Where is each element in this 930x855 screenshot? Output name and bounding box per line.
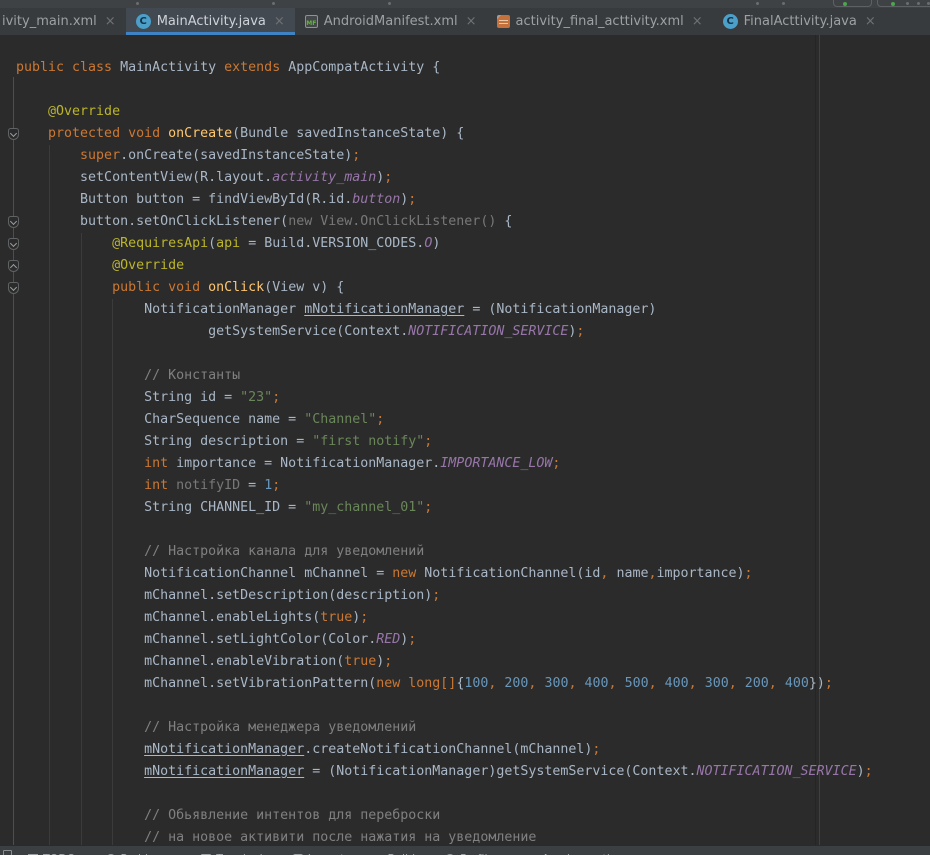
code-line: String description = "first notify";	[16, 431, 930, 453]
code-line: int importance = NotificationManager.IMP…	[16, 453, 930, 475]
toolbar-icon	[756, 2, 759, 5]
code-line: mChannel.enableLights(true);	[16, 607, 930, 629]
tab-close-icon[interactable]: ×	[692, 15, 703, 28]
tab-close-icon[interactable]: ×	[274, 15, 285, 28]
code-line: setContentView(R.layout.activity_main);	[16, 167, 930, 189]
toolbar-icon	[136, 2, 139, 5]
code-area[interactable]: public class MainActivity extends AppCom…	[16, 35, 930, 845]
run-status-dot	[843, 2, 847, 6]
fold-marker-down-icon[interactable]	[8, 238, 19, 250]
code-line: getSystemService(Context.NOTIFICATION_SE…	[16, 321, 930, 343]
run-configurations-box[interactable]	[833, 0, 872, 7]
toolbar-icon	[906, 2, 909, 5]
code-line: // Настройка менеджера уведомлений	[16, 717, 930, 739]
manifest-file-icon: MF	[305, 15, 318, 28]
device-selector-box[interactable]	[877, 0, 930, 7]
main-toolbar-strip	[0, 0, 930, 8]
code-line: CharSequence name = "Channel";	[16, 409, 930, 431]
code-line: mNotificationManager.createNotificationC…	[16, 739, 930, 761]
code-line	[16, 695, 930, 717]
code-line: button.setOnClickListener(new View.OnCli…	[16, 211, 930, 233]
code-line: // Настройка канала для уведомлений	[16, 541, 930, 563]
fold-marker-down-icon[interactable]	[8, 216, 19, 228]
fold-marker-down-icon[interactable]	[8, 282, 19, 294]
toolbar-icon	[388, 2, 391, 5]
code-line: mChannel.setDescription(description);	[16, 585, 930, 607]
code-line: mChannel.setVibrationPattern(new long[]{…	[16, 673, 930, 695]
code-line: public void onClick(View v) {	[16, 277, 930, 299]
tab-close-icon[interactable]: ×	[466, 15, 477, 28]
tool-window-bar: TODOProblemsTerminalLogcatBuildProfilerA…	[0, 845, 930, 855]
code-line: int notifyID = 1;	[16, 475, 930, 497]
toolbar-icon	[917, 2, 920, 5]
tool-window-layout-icon[interactable]	[3, 850, 12, 855]
code-line: @RequiresApi(api = Build.VERSION_CODES.O…	[16, 233, 930, 255]
code-line: Button button = findViewById(R.id.button…	[16, 189, 930, 211]
tab-label: activity_final_acttivity.xml	[516, 14, 684, 29]
code-line: String id = "23";	[16, 387, 930, 409]
code-line: // Обьявление интентов для переброски	[16, 805, 930, 827]
code-line: public class MainActivity extends AppCom…	[16, 57, 930, 79]
toolbar-icon	[782, 2, 785, 5]
tab-bar: ivity_main.xml × C MainActivity.java × MF Andr…	[0, 8, 930, 35]
tab-close-icon[interactable]: ×	[865, 15, 876, 28]
gutter-fold-line	[13, 77, 14, 845]
code-line: // Константы	[16, 365, 930, 387]
code-line: String CHANNEL_ID = "my_channel_01";	[16, 497, 930, 519]
code-line	[16, 79, 930, 101]
code-line: super.onCreate(savedInstanceState);	[16, 145, 930, 167]
code-line: @Override	[16, 101, 930, 123]
tab-close-icon[interactable]: ×	[105, 15, 116, 28]
code-line	[16, 519, 930, 541]
android-studio-window: ivity_main.xml × C MainActivity.java × MF Andr…	[0, 0, 930, 855]
code-line: mNotificationManager = (NotificationMana…	[16, 761, 930, 783]
code-line: NotificationManager mNotificationManager…	[16, 299, 930, 321]
device-status-dot	[891, 2, 895, 6]
tab-activity-final-acttivity-xml[interactable]: activity_final_acttivity.xml ×	[487, 8, 713, 35]
code-line	[16, 783, 930, 805]
tab-finalacttivity-java[interactable]: C FinalActtivity.java ×	[713, 8, 886, 35]
code-line: NotificationChannel mChannel = new Notif…	[16, 563, 930, 585]
tab-ivity-main-xml[interactable]: ivity_main.xml ×	[0, 8, 126, 35]
fold-marker-down-icon[interactable]	[8, 128, 19, 140]
tab-label: MainActivity.java	[157, 14, 266, 29]
code-line: @Override	[16, 255, 930, 277]
tab-label: FinalActtivity.java	[744, 14, 857, 29]
tab-androidmanifest-xml[interactable]: MF AndroidManifest.xml ×	[295, 8, 487, 35]
code-line: mChannel.setLightColor(Color.RED);	[16, 629, 930, 651]
tab-label: AndroidManifest.xml	[324, 14, 458, 29]
fold-marker-up-icon[interactable]	[8, 260, 19, 272]
layout-xml-icon	[497, 15, 510, 28]
java-class-icon: C	[136, 14, 151, 29]
code-line	[16, 343, 930, 365]
tab-mainactivity-java[interactable]: C MainActivity.java ×	[126, 8, 295, 35]
code-line: // на новое активити после нажатия на ув…	[16, 827, 930, 845]
tab-label: ivity_main.xml	[2, 14, 97, 29]
editor[interactable]: public class MainActivity extends AppCom…	[0, 35, 930, 845]
code-line: protected void onCreate(Bundle savedInst…	[16, 123, 930, 145]
toolbar-icon	[272, 2, 275, 5]
java-class-icon: C	[723, 14, 738, 29]
code-line: mChannel.enableVibration(true);	[16, 651, 930, 673]
